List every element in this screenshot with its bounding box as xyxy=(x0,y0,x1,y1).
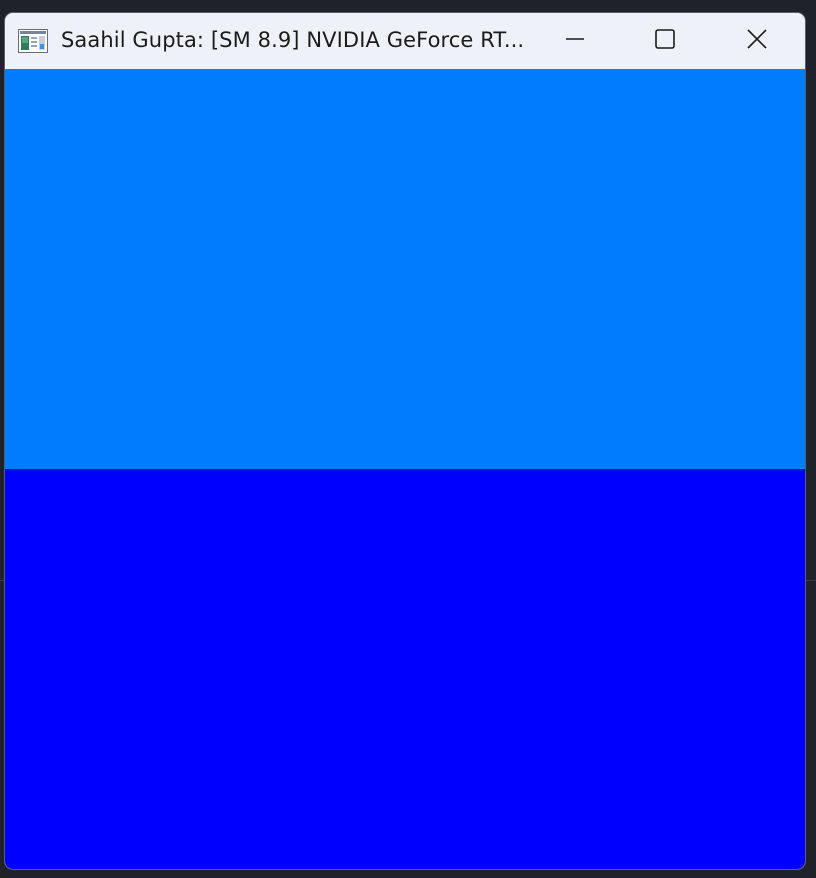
canvas-bottom-region xyxy=(5,469,805,869)
maximize-button[interactable] xyxy=(619,13,711,69)
app-window-icon xyxy=(18,29,48,53)
maximize-icon xyxy=(654,28,676,54)
minimize-icon xyxy=(564,28,586,54)
window-title: Saahil Gupta: [SM 8.9] NVIDIA GeForce RT… xyxy=(61,28,525,52)
title-bar[interactable]: Saahil Gupta: [SM 8.9] NVIDIA GeForce RT… xyxy=(5,13,805,69)
close-icon xyxy=(746,28,768,54)
minimize-button[interactable] xyxy=(529,13,621,69)
render-canvas[interactable] xyxy=(5,69,805,869)
app-window[interactable]: Saahil Gupta: [SM 8.9] NVIDIA GeForce RT… xyxy=(4,12,806,870)
close-button[interactable] xyxy=(711,13,803,69)
canvas-top-region xyxy=(5,69,805,469)
